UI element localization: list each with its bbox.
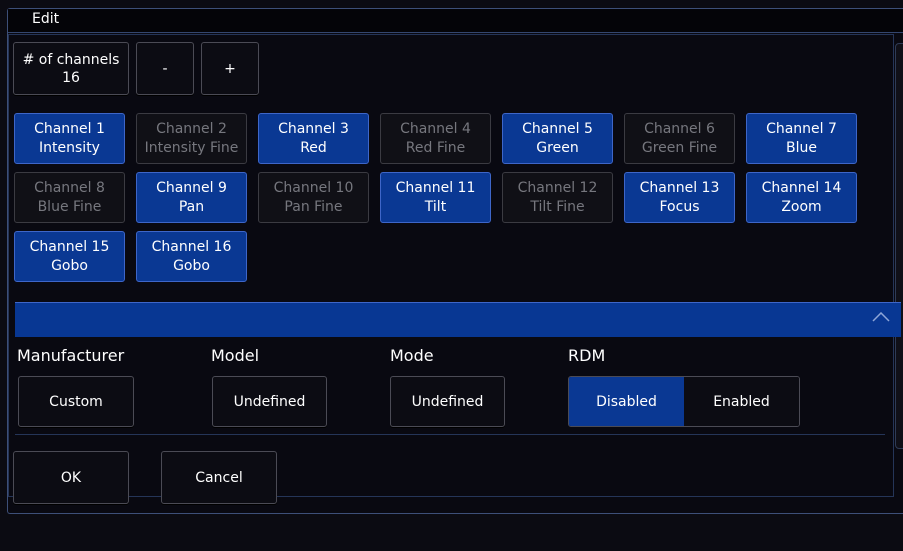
channel-function: Tilt [424, 198, 447, 215]
channel-button[interactable]: Channel 2 Intensity Fine [136, 113, 247, 164]
channel-name: Channel 14 [761, 179, 842, 196]
channel-button[interactable]: Channel 10 Pan Fine [258, 172, 369, 223]
rdm-disabled-label: Disabled [596, 393, 657, 410]
vertical-scrollbar[interactable] [895, 43, 903, 449]
channel-function: Focus [659, 198, 700, 215]
channel-function: Intensity [39, 139, 100, 156]
channel-button[interactable]: Channel 6 Green Fine [624, 113, 735, 164]
manufacturer-value: Custom [49, 393, 103, 410]
section-collapse-bar[interactable] [15, 302, 901, 337]
channel-button[interactable]: Channel 9 Pan [136, 172, 247, 223]
rdm-toggle-group: Disabled Enabled [568, 376, 800, 427]
channel-button[interactable]: Channel 3 Red [258, 113, 369, 164]
rdm-enabled-option[interactable]: Enabled [684, 377, 799, 426]
manufacturer-label: Manufacturer [17, 346, 125, 365]
channel-button[interactable]: Channel 7 Blue [746, 113, 857, 164]
channel-function: Green [536, 139, 579, 156]
channel-function: Pan [178, 198, 205, 215]
channel-function: Red Fine [405, 139, 466, 156]
channel-name: Channel 1 [34, 120, 105, 137]
channel-button[interactable]: Channel 11 Tilt [380, 172, 491, 223]
channel-function: Gobo [51, 257, 88, 274]
channel-count-button[interactable]: # of channels 16 [13, 42, 129, 95]
channel-count-label: # of channels [22, 51, 120, 68]
plus-icon: + [224, 60, 236, 77]
model-value: Undefined [233, 393, 306, 410]
rdm-label: RDM [568, 346, 606, 365]
channel-name: Channel 5 [522, 120, 593, 137]
channel-function: Zoom [781, 198, 822, 215]
channel-button[interactable]: Channel 4 Red Fine [380, 113, 491, 164]
channel-button[interactable]: Channel 12 Tilt Fine [502, 172, 613, 223]
channel-name: Channel 4 [400, 120, 471, 137]
channel-name: Channel 13 [639, 179, 720, 196]
chevron-up-icon[interactable] [872, 312, 890, 322]
channel-button[interactable]: Channel 15 Gobo [14, 231, 125, 282]
channel-name: Channel 15 [29, 238, 110, 255]
channel-function: Gobo [173, 257, 210, 274]
channel-button[interactable]: Channel 16 Gobo [136, 231, 247, 282]
mode-select[interactable]: Undefined [390, 376, 505, 427]
mode-label: Mode [390, 346, 434, 365]
ok-button[interactable]: OK [13, 451, 129, 504]
minus-icon: - [162, 60, 168, 77]
channel-count-value: 16 [62, 69, 80, 86]
cancel-button[interactable]: Cancel [161, 451, 277, 504]
dialog-title-bar: Edit [8, 9, 903, 33]
channel-function: Intensity Fine [144, 139, 239, 156]
channel-name: Channel 8 [34, 179, 105, 196]
channel-name: Channel 3 [278, 120, 349, 137]
channel-button[interactable]: Channel 1 Intensity [14, 113, 125, 164]
channel-function: Tilt Fine [530, 198, 585, 215]
channel-name: Channel 6 [644, 120, 715, 137]
channel-name: Channel 12 [517, 179, 598, 196]
model-label: Model [211, 346, 260, 365]
channel-name: Channel 11 [395, 179, 476, 196]
channel-name: Channel 16 [151, 238, 232, 255]
channel-function: Blue Fine [37, 198, 102, 215]
rdm-disabled-option[interactable]: Disabled [569, 377, 684, 426]
channel-function: Green Fine [641, 139, 718, 156]
model-select[interactable]: Undefined [212, 376, 327, 427]
section-divider [15, 434, 885, 435]
increase-channels-button[interactable]: + [201, 42, 259, 95]
channel-button[interactable]: Channel 8 Blue Fine [14, 172, 125, 223]
channel-function: Blue [786, 139, 817, 156]
channel-name: Channel 2 [156, 120, 227, 137]
channel-button[interactable]: Channel 13 Focus [624, 172, 735, 223]
channel-name: Channel 7 [766, 120, 837, 137]
mode-value: Undefined [411, 393, 484, 410]
manufacturer-select[interactable]: Custom [18, 376, 134, 427]
channel-name: Channel 9 [156, 179, 227, 196]
dialog-title: Edit [32, 11, 60, 27]
channel-name: Channel 10 [273, 179, 354, 196]
channel-button[interactable]: Channel 5 Green [502, 113, 613, 164]
channel-function: Red [300, 139, 327, 156]
ok-label: OK [60, 469, 82, 486]
channel-function: Pan Fine [284, 198, 343, 215]
rdm-enabled-label: Enabled [713, 393, 770, 410]
channel-button[interactable]: Channel 14 Zoom [746, 172, 857, 223]
cancel-label: Cancel [195, 469, 243, 486]
decrease-channels-button[interactable]: - [136, 42, 194, 95]
